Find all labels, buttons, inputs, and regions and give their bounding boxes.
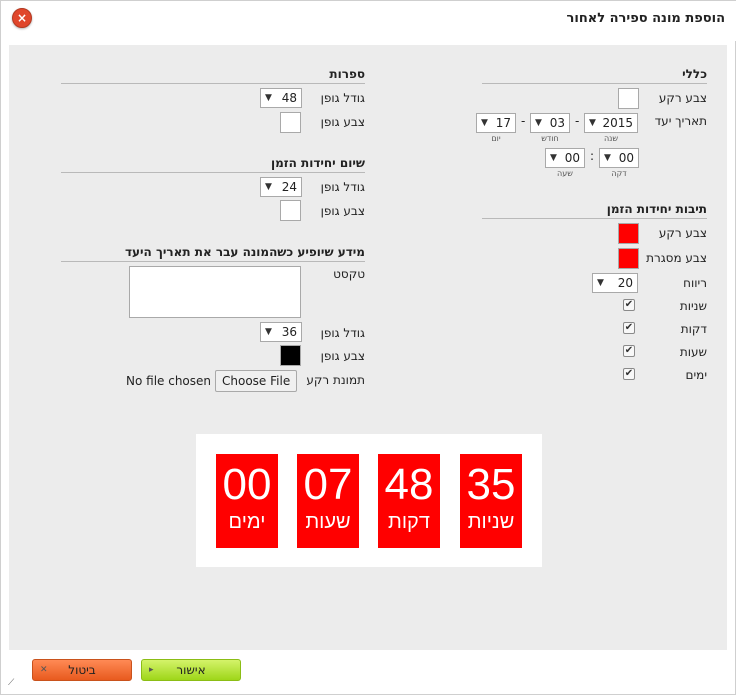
preview-tile-days: 00 ימים [216, 454, 278, 548]
chevron-down-icon: ▼ [597, 278, 604, 288]
general-heading: כללי [482, 67, 707, 84]
countdown-dialog: × הוספת מונה ספירה לאחור כללי צבע רקע תא… [0, 0, 736, 695]
expired-font-size-select[interactable]: ▼ 36 [260, 322, 302, 342]
ok-button[interactable]: ▸ אישור [141, 659, 241, 681]
cancel-button[interactable]: ✕ ביטול [32, 659, 132, 681]
minutes-checkbox[interactable]: ✔ [623, 322, 635, 334]
digits-font-color-swatch[interactable] [280, 112, 301, 133]
days-label: ימים [685, 368, 707, 382]
preview-number: 35 [466, 460, 516, 509]
hour-select[interactable]: ▼ 00 [545, 148, 585, 168]
countdown-preview: 00 ימים 07 שעות 48 דקות 35 שניות [196, 434, 542, 567]
dialog-title: הוספת מונה ספירה לאחור [566, 11, 725, 26]
spacing-label: ריווח [683, 276, 707, 290]
chevron-down-icon: ▼ [589, 118, 596, 128]
bg-image-label: תמונת רקע [306, 373, 365, 387]
no-file-chosen-text: No file chosen [126, 374, 212, 388]
ok-button-label: אישור [176, 663, 206, 677]
spacing-value: 20 [617, 276, 633, 290]
preview-number: 07 [303, 460, 353, 509]
boxes-border-color-swatch[interactable] [618, 248, 639, 269]
years-checkbox[interactable]: ✔ [623, 299, 635, 311]
unit-names-font-size-select[interactable]: ▼ 24 [260, 177, 302, 197]
chevron-down-icon: ▼ [481, 118, 488, 128]
chevron-down-icon: ▼ [535, 118, 542, 128]
preview-unit: שניות [467, 511, 515, 533]
unit-names-font-size-label: גודל גופן [320, 180, 365, 194]
date-separator: - [521, 114, 526, 128]
month-caption: חודש [541, 134, 559, 143]
minute-select[interactable]: ▼ 00 [599, 148, 639, 168]
hour-value: 00 [564, 151, 580, 165]
hours-label: שעות [679, 345, 707, 359]
hour-caption: שעה [557, 169, 573, 178]
boxes-bg-color-label: צבע רקע [658, 226, 707, 240]
boxes-bg-color-swatch[interactable] [618, 223, 639, 244]
expired-text-input[interactable] [129, 266, 301, 318]
month-select[interactable]: ▼ 03 [530, 113, 570, 133]
day-select[interactable]: ▼ 17 [476, 113, 516, 133]
digits-heading: ספרות [61, 67, 365, 84]
digits-font-size-label: גודל גופן [320, 91, 365, 105]
preview-number: 48 [384, 460, 434, 509]
boxes-border-color-label: צבע מסגרת [646, 251, 707, 265]
year-value: 2015 [602, 116, 633, 130]
chevron-down-icon: ▼ [604, 153, 611, 163]
play-icon: ▸ [149, 665, 154, 675]
preview-tile-seconds: 35 שניות [460, 454, 522, 548]
day-caption: יום [491, 134, 501, 143]
resize-grip-icon[interactable]: ⟋ [8, 678, 18, 688]
choose-file-button[interactable]: Choose File [215, 370, 298, 392]
year-caption: שנה [603, 134, 619, 143]
unit-names-font-size-value: 24 [281, 180, 297, 194]
time-separator: : [590, 149, 595, 163]
month-value: 03 [549, 116, 565, 130]
boxes-heading: תיבות יחידות הזמן [482, 202, 707, 219]
days-checkbox[interactable]: ✔ [623, 368, 635, 380]
expired-heading: מידע שיופיע כשהמונה עבר את תאריך היעד [61, 245, 365, 262]
close-icon: ✕ [40, 665, 48, 675]
expired-font-color-swatch[interactable] [280, 345, 301, 366]
expired-text-label: טקסט [333, 267, 365, 281]
expired-font-size-label: גודל גופן [320, 326, 365, 340]
general-bg-color-swatch[interactable] [618, 88, 639, 109]
preview-unit: ימים [228, 511, 266, 533]
unit-names-font-color-label: צבע גופן [320, 204, 365, 218]
preview-tile-hours: 07 שעות [297, 454, 359, 548]
years-label: שניות [679, 299, 707, 313]
digits-font-size-select[interactable]: ▼ 48 [260, 88, 302, 108]
dialog-titlebar: × הוספת מונה ספירה לאחור [1, 1, 736, 41]
cancel-button-label: ביטול [68, 663, 96, 677]
preview-unit: דקות [388, 511, 430, 533]
hours-checkbox[interactable]: ✔ [623, 345, 635, 357]
digits-font-color-label: צבע גופן [320, 115, 365, 129]
close-icon[interactable]: × [12, 8, 32, 28]
preview-number: 00 [222, 460, 272, 509]
preview-tile-minutes: 48 דקות [378, 454, 440, 548]
spacing-select[interactable]: ▼ 20 [592, 273, 638, 293]
general-bg-color-label: צבע רקע [658, 91, 707, 105]
date-separator: - [575, 114, 580, 128]
expired-font-size-value: 36 [281, 325, 297, 339]
minute-caption: דקה [611, 169, 627, 178]
chevron-down-icon: ▼ [265, 327, 272, 337]
expired-font-color-label: צבע גופן [320, 349, 365, 363]
minutes-label: דקות [680, 322, 707, 336]
digits-font-size-value: 48 [281, 91, 297, 105]
unit-names-heading: שיום יחידות הזמן [61, 156, 365, 173]
preview-unit: שעות [305, 511, 351, 533]
chevron-down-icon: ▼ [550, 153, 557, 163]
year-select[interactable]: ▼ 2015 [584, 113, 638, 133]
target-date-label: תאריך יעד [654, 114, 707, 128]
minute-value: 00 [618, 151, 634, 165]
day-value: 17 [495, 116, 511, 130]
chevron-down-icon: ▼ [265, 182, 272, 192]
chevron-down-icon: ▼ [265, 93, 272, 103]
unit-names-font-color-swatch[interactable] [280, 200, 301, 221]
